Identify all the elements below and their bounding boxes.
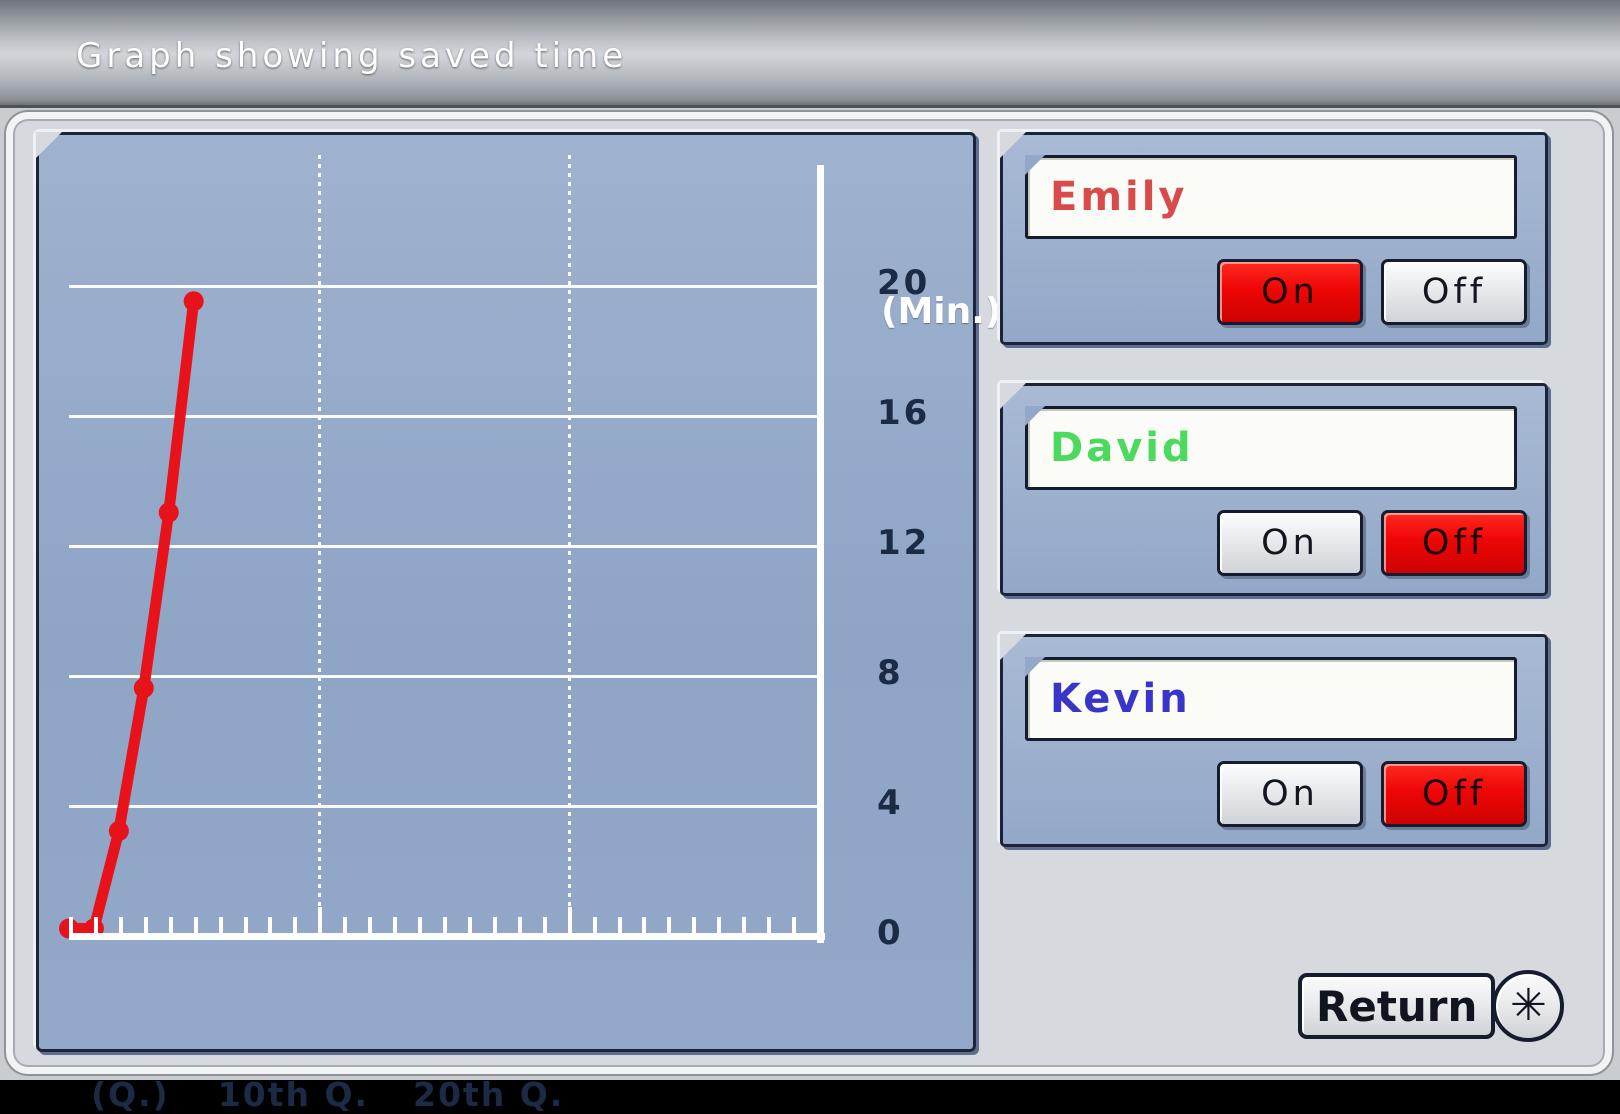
y-tick-label-20: 20 — [877, 263, 931, 303]
series-point — [183, 291, 204, 312]
chart-panel: (Min.) 20 16 12 8 4 0 (Q.) 10th Q. 20th Q. — [36, 132, 1001, 1114]
title-bar: Graph showing saved time — [0, 0, 1620, 108]
x-tick-mark — [617, 917, 622, 933]
x-tick-mark — [667, 917, 672, 933]
x-tick-mark — [517, 917, 522, 933]
series-point — [133, 678, 154, 698]
x-tick-label-20: 20th Q. — [413, 1075, 565, 1114]
x-tick-label-10: 10th Q. — [217, 1075, 370, 1114]
x-tick-mark — [467, 917, 472, 933]
x-tick-mark — [817, 917, 821, 933]
plot-canvas: 20 16 12 8 4 0 — [59, 155, 927, 953]
x-tick-mark — [318, 907, 323, 933]
x-tick-mark — [193, 917, 198, 933]
x-tick-mark — [742, 917, 747, 933]
x-tick-mark — [118, 917, 123, 933]
person-name-david: David — [1050, 425, 1194, 471]
x-tick-mark — [792, 917, 797, 933]
person-card-kevin: Kevin On Off — [1000, 634, 1548, 847]
x-tick-mark — [268, 917, 273, 933]
x-tick-mark — [69, 917, 73, 933]
x-tick-mark — [393, 917, 398, 933]
name-field-david[interactable]: David — [1025, 406, 1517, 490]
off-button-emily[interactable]: Off — [1381, 259, 1527, 325]
off-button-david[interactable]: Off — [1381, 510, 1527, 576]
x-tick-mark — [218, 917, 223, 933]
on-button-david[interactable]: On — [1217, 510, 1363, 576]
x-tick-mark — [93, 917, 98, 933]
x-axis-unit-label: (Q.) — [91, 1075, 170, 1114]
x-tick-mark — [443, 917, 447, 933]
y-tick-label-0: 0 — [877, 913, 904, 953]
x-axis-tick-labels: (Q.) 10th Q. 20th Q. — [91, 1075, 564, 1114]
toggle-row-emily: On Off — [1217, 259, 1527, 325]
y-tick-label-8: 8 — [877, 653, 904, 693]
x-tick-mark — [692, 917, 697, 933]
x-tick-mark — [293, 917, 298, 933]
footer-actions: Return ✳ — [1298, 970, 1565, 1042]
page-title: Graph showing saved time — [76, 36, 628, 76]
x-tick-mark — [642, 917, 647, 933]
on-button-kevin[interactable]: On — [1217, 761, 1363, 827]
y-axis-line — [817, 165, 824, 943]
x-tick-mark — [343, 917, 348, 933]
x-tick-mark — [243, 917, 248, 933]
x-tick-mark — [418, 917, 423, 933]
plot-area: 20 16 12 8 4 0 — [57, 143, 957, 963]
off-button-kevin[interactable]: Off — [1381, 761, 1527, 827]
person-card-david: David On Off — [1000, 383, 1548, 596]
name-field-kevin[interactable]: Kevin — [1025, 657, 1517, 741]
x-tick-mark — [567, 907, 572, 933]
series-point — [108, 821, 129, 841]
x-axis-line — [69, 933, 825, 940]
app-root: Graph showing saved time (Min.) 20 16 12 8 4… — [0, 0, 1620, 1114]
y-tick-label-12: 12 — [877, 523, 931, 563]
toggle-row-kevin: On Off — [1217, 761, 1527, 827]
x-tick-mark — [717, 917, 722, 933]
asterisk-icon[interactable]: ✳ — [1492, 970, 1565, 1042]
return-button[interactable]: Return — [1298, 973, 1496, 1039]
person-card-emily: Emily On Off — [1000, 132, 1548, 345]
x-tick-mark — [542, 917, 547, 933]
chart-series-layer — [59, 291, 204, 939]
series-point — [158, 502, 179, 523]
x-tick-mark — [368, 917, 373, 933]
name-field-emily[interactable]: Emily — [1025, 155, 1517, 239]
x-tick-mark — [143, 917, 148, 933]
x-tick-mark — [592, 917, 597, 933]
x-tick-mark — [767, 917, 772, 933]
toggle-row-david: On Off — [1217, 510, 1527, 576]
people-panel: Emily On Off David On Off Kevin On Off — [1000, 132, 1560, 942]
person-name-emily: Emily — [1050, 174, 1188, 220]
y-tick-label-16: 16 — [877, 393, 931, 433]
x-tick-mark — [168, 917, 173, 933]
person-name-kevin: Kevin — [1050, 676, 1191, 722]
y-tick-label-4: 4 — [877, 783, 904, 823]
on-button-emily[interactable]: On — [1217, 259, 1363, 325]
series-line-0 — [63, 295, 200, 934]
x-tick-mark — [492, 917, 497, 933]
